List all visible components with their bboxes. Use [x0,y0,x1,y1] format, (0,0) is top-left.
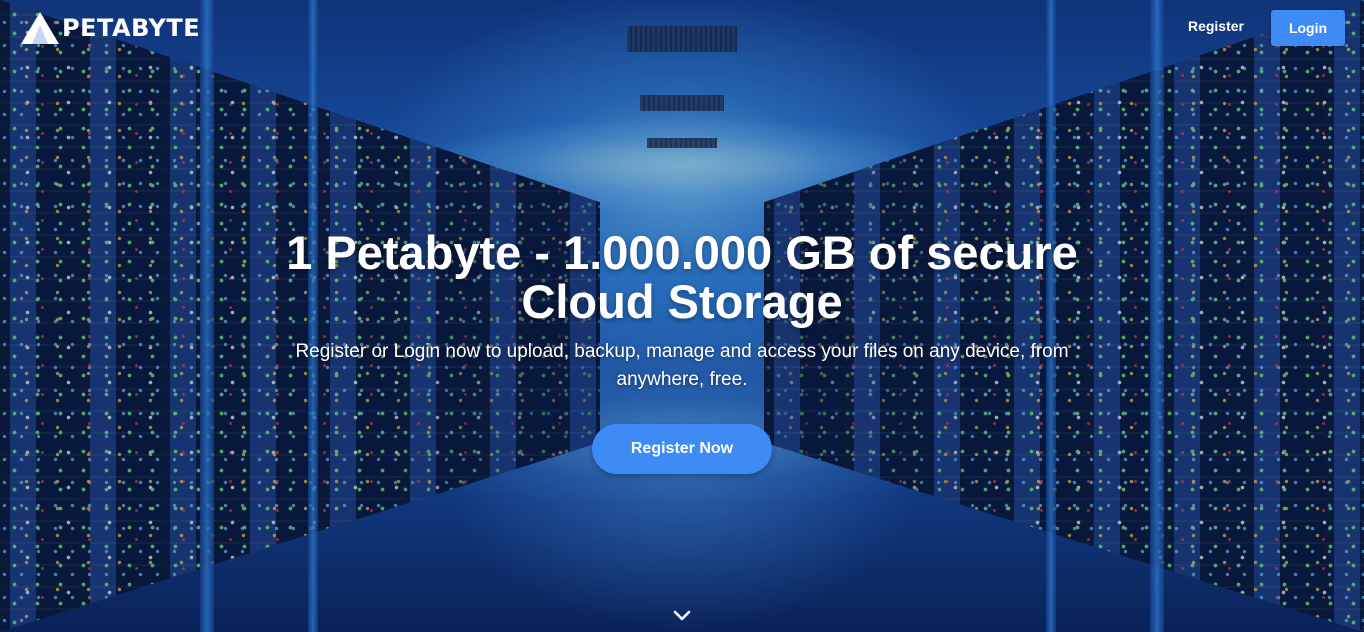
nav-register-link[interactable]: Register [1188,18,1244,34]
triangle-logo-icon [21,12,59,44]
scroll-down-link[interactable] [672,606,692,626]
chevron-down-icon [673,610,691,621]
brand-name: PETABYTE [62,14,201,42]
register-now-button[interactable]: Register Now [592,424,772,474]
nav-login-button[interactable]: Login [1271,10,1345,46]
hero-title: 1 Petabyte - 1.000.000 GB of secure Clou… [286,226,1078,328]
hero-section: 1 Petabyte - 1.000.000 GB of secure Clou… [0,228,1364,474]
hero-subtitle: Register or Login now to upload, backup,… [295,341,1069,390]
brand-logo-link[interactable]: PETABYTE [20,11,200,45]
navbar: PETABYTE Register Login [0,0,1364,56]
